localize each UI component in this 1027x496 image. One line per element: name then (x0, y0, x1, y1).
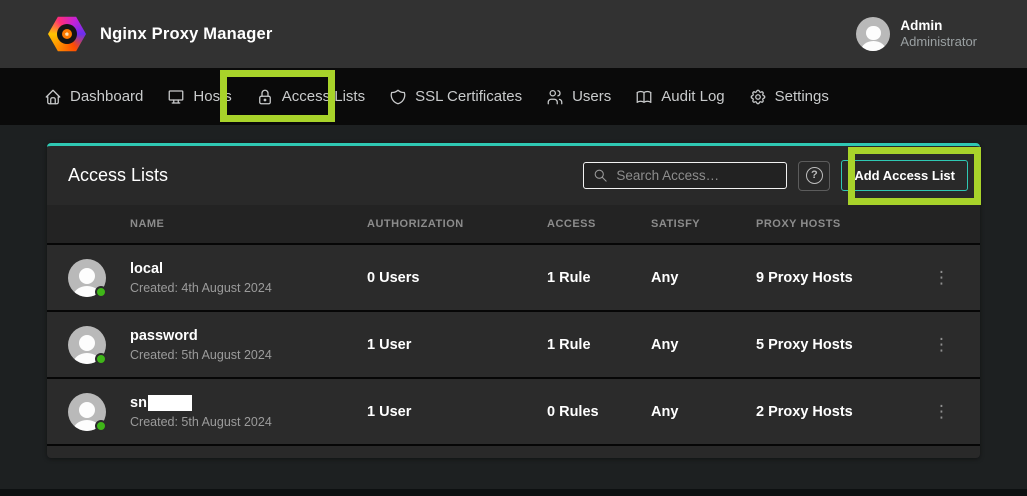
user-text: Admin Administrator (900, 17, 977, 51)
satisfy-value: Any (651, 337, 756, 353)
panel-footer (47, 446, 980, 458)
column-header-access: ACCESS (547, 218, 651, 230)
row-avatar (68, 326, 106, 364)
search-box[interactable] (583, 162, 787, 189)
nav-item-users[interactable]: Users (546, 88, 611, 106)
monitor-icon (167, 88, 185, 106)
row-menu-kebab-icon[interactable]: ⋮ (924, 269, 959, 286)
table-header: NAME AUTHORIZATION ACCESS SATISFY PROXY … (47, 205, 980, 245)
nav-label: Settings (775, 88, 829, 105)
column-header-authorization: AUTHORIZATION (367, 218, 547, 230)
row-avatar (68, 259, 106, 297)
status-online-dot (95, 286, 107, 298)
created-date: Created: 5th August 2024 (130, 415, 367, 429)
column-header-name: NAME (130, 218, 367, 230)
nav-label: Hosts (193, 88, 231, 105)
user-name: Admin (900, 17, 977, 35)
authorization-value: 1 User (367, 404, 547, 420)
authorization-value: 0 Users (367, 270, 547, 286)
satisfy-value: Any (651, 270, 756, 286)
user-avatar[interactable] (856, 17, 890, 51)
table-row[interactable]: sn Created: 5th August 2024 1 User 0 Rul… (47, 379, 980, 446)
nav-label: SSL Certificates (415, 88, 522, 105)
satisfy-value: Any (651, 404, 756, 420)
book-icon (635, 88, 653, 106)
home-icon (44, 88, 62, 106)
bottom-edge-strip (0, 489, 1027, 496)
row-menu-kebab-icon[interactable]: ⋮ (924, 403, 959, 420)
access-list-name: local (130, 261, 367, 277)
access-lists-panel: Access Lists ? Add Access List NAME AUTH… (47, 143, 980, 458)
add-access-list-button[interactable]: Add Access List (841, 160, 968, 191)
proxy-hosts-value: 9 Proxy Hosts (756, 270, 924, 286)
status-online-dot (95, 420, 107, 432)
search-input[interactable] (616, 168, 777, 183)
nav-item-settings[interactable]: Settings (749, 88, 829, 106)
redaction-box (148, 395, 192, 411)
row-name-cell: sn Created: 5th August 2024 (130, 395, 367, 429)
row-name-cell: password Created: 5th August 2024 (130, 328, 367, 362)
help-button[interactable]: ? (798, 161, 830, 191)
authorization-value: 1 User (367, 337, 547, 353)
proxy-hosts-value: 2 Proxy Hosts (756, 404, 924, 420)
nav-item-ssl-certificates[interactable]: SSL Certificates (389, 88, 522, 106)
top-bar: Nginx Proxy Manager Admin Administrator (0, 0, 1027, 68)
panel-header: Access Lists ? Add Access List (47, 146, 980, 205)
help-icon: ? (806, 167, 823, 184)
nav-label: Dashboard (70, 88, 143, 105)
nginx-proxy-manager-app: Nginx Proxy Manager Admin Administrator … (0, 0, 1027, 496)
table-row[interactable]: password Created: 5th August 2024 1 User… (47, 312, 980, 379)
brand: Nginx Proxy Manager (48, 16, 273, 52)
nav-item-access-lists[interactable]: Access Lists (256, 88, 365, 106)
created-date: Created: 4th August 2024 (130, 281, 367, 295)
table-row[interactable]: local Created: 4th August 2024 0 Users 1… (47, 245, 980, 312)
created-date: Created: 5th August 2024 (130, 348, 367, 362)
access-list-name: password (130, 328, 367, 344)
users-icon (546, 88, 564, 106)
lock-icon (256, 88, 274, 106)
app-logo-icon (48, 16, 86, 52)
status-online-dot (95, 353, 107, 365)
nav-item-audit-log[interactable]: Audit Log (635, 88, 724, 106)
gear-icon (749, 88, 767, 106)
shield-icon (389, 88, 407, 106)
search-icon (593, 168, 608, 183)
nav-label: Users (572, 88, 611, 105)
user-role: Administrator (900, 34, 977, 51)
main-nav: Dashboard Hosts Access Lists SSL Certifi… (0, 68, 1027, 125)
proxy-hosts-value: 5 Proxy Hosts (756, 337, 924, 353)
nav-item-dashboard[interactable]: Dashboard (44, 88, 143, 106)
row-menu-kebab-icon[interactable]: ⋮ (924, 336, 959, 353)
panel-title: Access Lists (68, 165, 572, 186)
nav-item-hosts[interactable]: Hosts (167, 88, 231, 106)
nav-label: Audit Log (661, 88, 724, 105)
column-header-satisfy: SATISFY (651, 218, 756, 230)
row-name-cell: local Created: 4th August 2024 (130, 261, 367, 295)
nav-label: Access Lists (282, 88, 365, 105)
access-value: 0 Rules (547, 404, 651, 420)
row-avatar (68, 393, 106, 431)
access-value: 1 Rule (547, 337, 651, 353)
app-title: Nginx Proxy Manager (100, 25, 273, 44)
column-header-proxy-hosts: PROXY HOSTS (756, 218, 924, 230)
access-list-name: sn (130, 395, 367, 411)
user-menu[interactable]: Admin Administrator (856, 17, 977, 51)
access-value: 1 Rule (547, 270, 651, 286)
